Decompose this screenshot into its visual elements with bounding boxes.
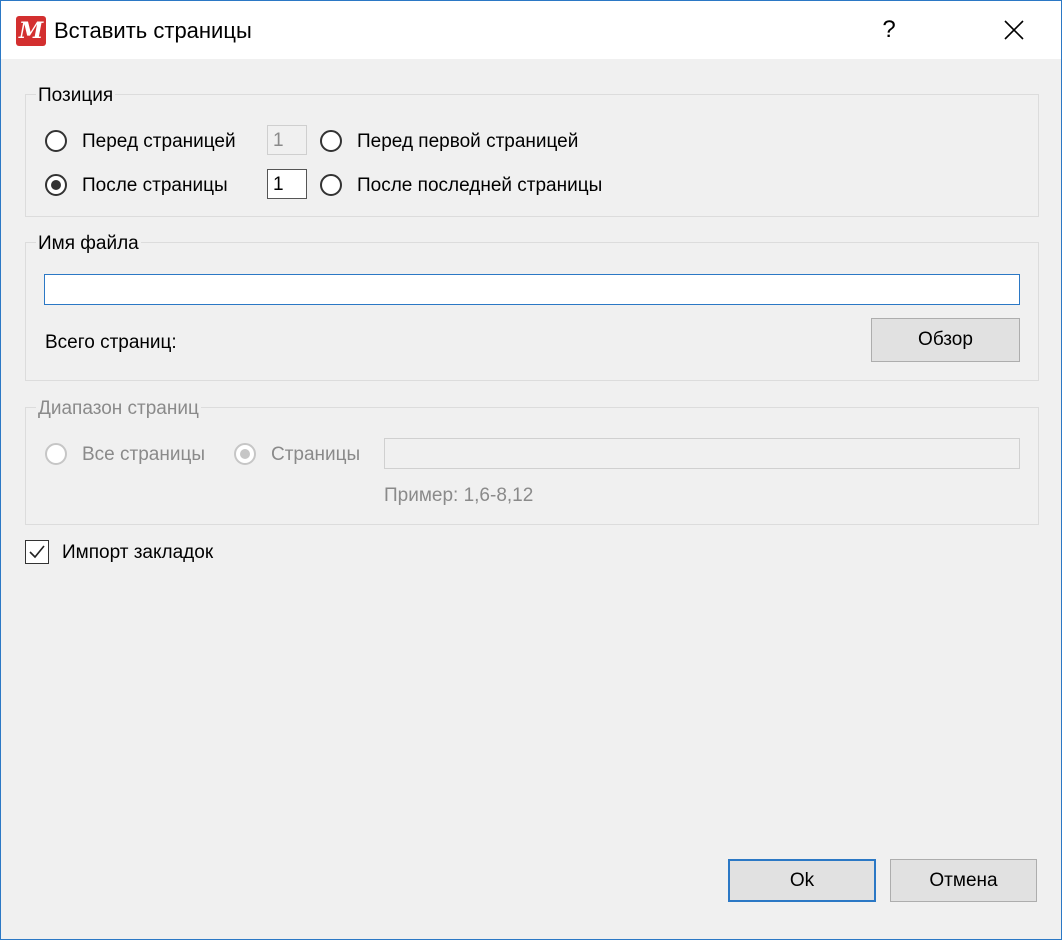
after-page-spinbox[interactable]: 1 bbox=[267, 169, 307, 199]
page-range-group-label: Диапазон страниц bbox=[36, 398, 201, 420]
pages-range-input[interactable] bbox=[384, 438, 1020, 469]
dialog-title: Вставить страницы bbox=[54, 18, 252, 43]
all-pages-label: Все страницы bbox=[82, 444, 205, 465]
import-bookmarks-checkbox[interactable] bbox=[25, 540, 49, 564]
after-page-radio[interactable] bbox=[45, 174, 67, 196]
before-page-radio[interactable] bbox=[45, 130, 67, 152]
help-button[interactable]: ? bbox=[854, 1, 924, 59]
close-icon bbox=[1004, 20, 1024, 40]
ok-button[interactable]: Ok bbox=[728, 859, 876, 902]
range-example-label: Пример: 1,6-8,12 bbox=[384, 485, 534, 506]
title-bar: M Вставить страницы ? bbox=[1, 1, 1061, 59]
cancel-button[interactable]: Отмена bbox=[890, 859, 1037, 902]
before-page-spinbox[interactable]: 1 bbox=[267, 125, 307, 155]
position-group: Позиция Перед страницей 1 Перед первой с… bbox=[25, 85, 1039, 217]
after-last-page-radio[interactable] bbox=[320, 174, 342, 196]
file-name-input[interactable] bbox=[44, 274, 1020, 305]
insert-pages-dialog: M Вставить страницы ? Позиция Перед стра… bbox=[0, 0, 1062, 940]
file-name-group: Имя файла Всего страниц: Обзор bbox=[25, 233, 1039, 381]
page-range-group: Диапазон страниц Все страницы Страницы П… bbox=[25, 398, 1039, 525]
before-first-page-label: Перед первой страницей bbox=[357, 131, 579, 152]
after-page-label: После страницы bbox=[82, 175, 228, 196]
import-bookmarks-label: Импорт закладок bbox=[62, 542, 214, 563]
file-name-group-label: Имя файла bbox=[36, 233, 141, 255]
checkmark-icon bbox=[29, 545, 45, 559]
after-last-page-label: После последней страницы bbox=[357, 175, 603, 196]
close-button[interactable] bbox=[979, 1, 1049, 59]
pages-radio[interactable] bbox=[234, 443, 256, 465]
pages-label: Страницы bbox=[271, 444, 361, 465]
before-first-page-radio[interactable] bbox=[320, 130, 342, 152]
browse-button[interactable]: Обзор bbox=[871, 318, 1020, 362]
app-logo-icon: M bbox=[16, 16, 46, 46]
all-pages-radio[interactable] bbox=[45, 443, 67, 465]
before-page-label: Перед страницей bbox=[82, 131, 236, 152]
position-group-label: Позиция bbox=[36, 85, 116, 107]
total-pages-label: Всего страниц: bbox=[45, 332, 177, 353]
